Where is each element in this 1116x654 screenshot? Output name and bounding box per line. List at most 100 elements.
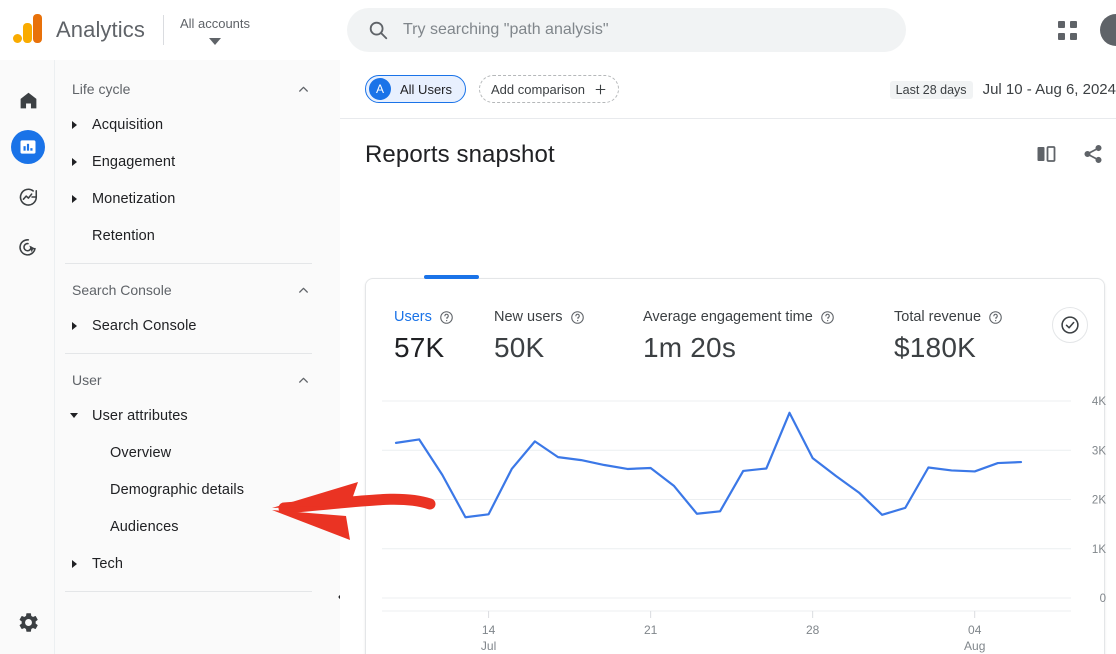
home-icon bbox=[18, 90, 39, 111]
svg-text:28: 28 bbox=[806, 623, 820, 637]
caret-down-icon bbox=[209, 38, 221, 45]
search-input[interactable] bbox=[403, 21, 906, 39]
rail-item-home[interactable] bbox=[11, 83, 45, 117]
header-divider bbox=[163, 15, 164, 45]
sidebar-item-label: Retention bbox=[92, 228, 155, 244]
all-users-chip[interactable]: A All Users bbox=[365, 75, 466, 103]
metric-value: 50K bbox=[494, 332, 585, 364]
chevron-up-icon bbox=[297, 83, 310, 96]
metric-users[interactable]: Users 57K bbox=[394, 309, 454, 364]
page-title-row: Reports snapshot bbox=[340, 119, 1116, 191]
rail-item-advertising[interactable] bbox=[11, 230, 45, 264]
help-circle-icon[interactable] bbox=[820, 310, 835, 325]
page-title: Reports snapshot bbox=[365, 141, 555, 169]
apps-grid-icon[interactable] bbox=[1053, 16, 1081, 44]
svg-text:Aug: Aug bbox=[964, 639, 985, 653]
account-label: All accounts bbox=[180, 16, 250, 32]
svg-text:04: 04 bbox=[968, 623, 982, 637]
svg-text:4K: 4K bbox=[1092, 396, 1106, 408]
explore-insights-icon bbox=[17, 186, 39, 208]
metric-value: 1m 20s bbox=[643, 332, 835, 364]
nav-group-label: Search Console bbox=[72, 282, 172, 298]
nav-group-label: Life cycle bbox=[72, 81, 130, 97]
advertising-target-icon bbox=[17, 236, 39, 258]
nav-group-user[interactable]: User bbox=[55, 363, 340, 397]
sidebar-item-label: Acquisition bbox=[92, 117, 163, 133]
help-circle-icon[interactable] bbox=[988, 310, 1003, 325]
metrics-row: Users 57K New users 50K Average engageme… bbox=[366, 279, 1104, 375]
nav-group-life-cycle[interactable]: Life cycle bbox=[55, 72, 340, 106]
analytics-app: Analytics All accounts bbox=[0, 0, 1116, 654]
compare-button[interactable] bbox=[1033, 141, 1059, 167]
reports-snapshot-card: Users 57K New users 50K Average engageme… bbox=[365, 278, 1105, 654]
svg-text:1K: 1K bbox=[1092, 544, 1106, 556]
chip-avatar: A bbox=[369, 78, 391, 100]
svg-text:2K: 2K bbox=[1092, 495, 1106, 507]
sidebar-item-search-console[interactable]: Search Console bbox=[55, 307, 340, 344]
svg-text:3K: 3K bbox=[1092, 445, 1106, 457]
sidebar-item-label: User attributes bbox=[92, 408, 188, 424]
metric-value: $180K bbox=[894, 332, 1003, 364]
sidebar-collapse-button[interactable] bbox=[329, 584, 340, 610]
sidebar-item-label: Overview bbox=[110, 445, 171, 461]
plus-icon bbox=[594, 83, 607, 96]
share-icon bbox=[1082, 143, 1104, 165]
search-icon bbox=[367, 19, 389, 41]
sidebar-item-retention[interactable]: Retention bbox=[55, 217, 340, 254]
nav-group-search-console[interactable]: Search Console bbox=[55, 273, 340, 307]
date-range-pill: Last 28 days bbox=[890, 81, 973, 99]
metric-value: 57K bbox=[394, 332, 454, 364]
chart-svg: 01K2K3K4K14Jul212804Aug bbox=[366, 375, 1106, 654]
rail-item-reports[interactable] bbox=[11, 130, 45, 164]
sidebar-item-monetization[interactable]: Monetization bbox=[55, 180, 340, 217]
avatar[interactable] bbox=[1100, 14, 1116, 46]
metric-label: Users bbox=[394, 309, 432, 325]
date-range-text: Jul 10 - Aug 6, 2024 bbox=[983, 81, 1116, 98]
check-circle-icon bbox=[1059, 314, 1081, 336]
analytics-logo-icon bbox=[12, 13, 46, 47]
sidebar-item-audiences[interactable]: Audiences bbox=[55, 508, 340, 545]
sidebar-item-label: Audiences bbox=[110, 519, 179, 535]
add-comparison-label: Add comparison bbox=[491, 82, 585, 97]
insights-check-button[interactable] bbox=[1052, 307, 1088, 343]
main-content: A All Users Add comparison Last 28 days … bbox=[340, 60, 1116, 654]
nav-divider bbox=[65, 591, 312, 592]
metric-total-revenue[interactable]: Total revenue $180K bbox=[894, 309, 1003, 364]
help-circle-icon[interactable] bbox=[570, 310, 585, 325]
add-comparison-button[interactable]: Add comparison bbox=[479, 75, 619, 103]
metric-label: New users bbox=[494, 309, 563, 325]
bar-chart-icon bbox=[18, 137, 38, 157]
svg-text:21: 21 bbox=[644, 623, 658, 637]
chevron-up-icon bbox=[297, 284, 310, 297]
metric-avg-engagement-time[interactable]: Average engagement time 1m 20s bbox=[643, 309, 835, 364]
sidebar-item-tech[interactable]: Tech bbox=[55, 545, 340, 582]
sidebar-item-engagement[interactable]: Engagement bbox=[55, 143, 340, 180]
metric-new-users[interactable]: New users 50K bbox=[494, 309, 585, 364]
sidebar-item-label: Monetization bbox=[92, 191, 175, 207]
top-bar: Analytics All accounts bbox=[0, 0, 1116, 60]
date-range-selector[interactable]: Last 28 days Jul 10 - Aug 6, 2024 bbox=[890, 60, 1116, 119]
search-bar[interactable] bbox=[347, 8, 906, 52]
expand-arrow-icon bbox=[65, 195, 83, 203]
account-selector[interactable]: All accounts bbox=[180, 16, 250, 45]
sidebar-item-acquisition[interactable]: Acquisition bbox=[55, 106, 340, 143]
sidebar-item-label: Tech bbox=[92, 556, 123, 572]
rail-item-admin[interactable] bbox=[11, 605, 45, 639]
gear-icon bbox=[17, 611, 40, 634]
nav-divider bbox=[65, 353, 312, 354]
sidebar-item-label: Engagement bbox=[92, 154, 175, 170]
svg-text:0: 0 bbox=[1100, 593, 1106, 605]
users-line-chart[interactable]: 01K2K3K4K14Jul212804Aug bbox=[366, 375, 1106, 654]
brand-title: Analytics bbox=[56, 17, 145, 43]
sidebar-item-demographic-details[interactable]: Demographic details bbox=[55, 471, 340, 508]
share-button[interactable] bbox=[1080, 141, 1106, 167]
metric-label: Average engagement time bbox=[643, 309, 813, 325]
help-circle-icon[interactable] bbox=[439, 310, 454, 325]
rail-item-explore[interactable] bbox=[11, 180, 45, 214]
expand-arrow-icon bbox=[65, 121, 83, 129]
sidebar-item-user-attributes[interactable]: User attributes bbox=[55, 397, 340, 434]
expand-arrow-icon bbox=[65, 322, 83, 330]
svg-text:14: 14 bbox=[482, 623, 496, 637]
nav-divider bbox=[65, 263, 312, 264]
sidebar-item-overview[interactable]: Overview bbox=[55, 434, 340, 471]
